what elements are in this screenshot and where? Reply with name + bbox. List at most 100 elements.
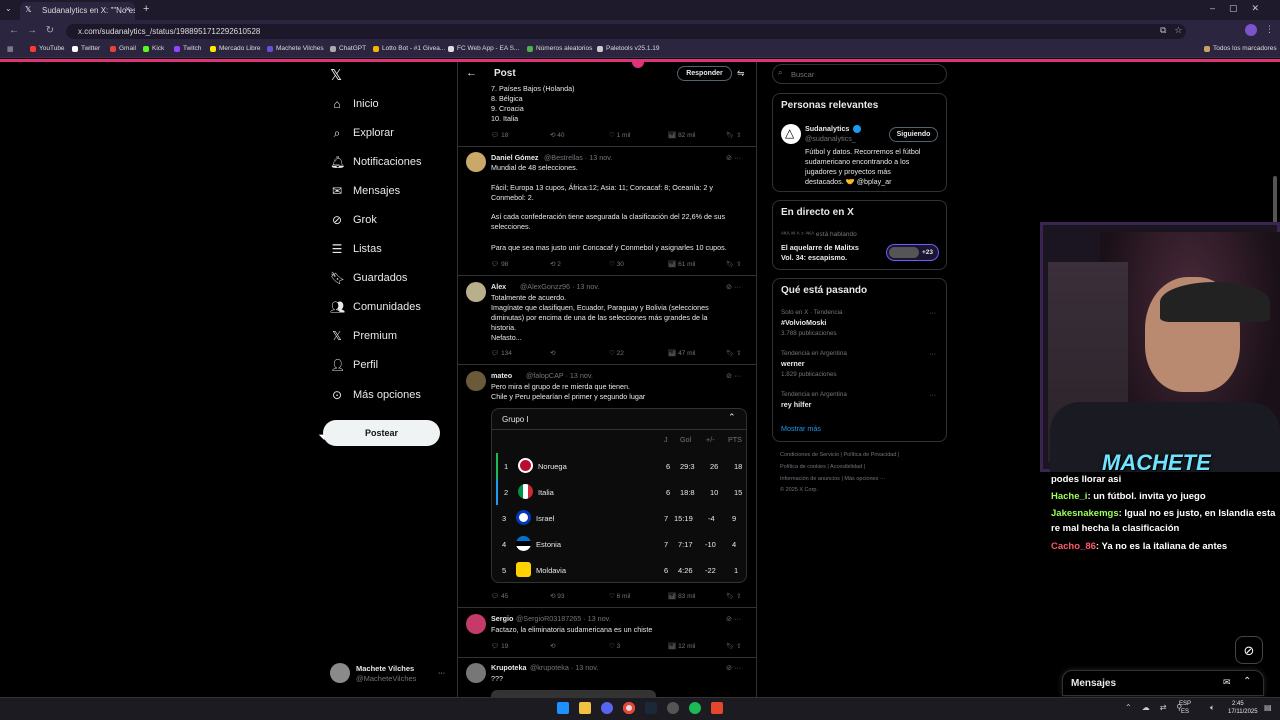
volume-icon[interactable]: 🔈︎ (1210, 703, 1215, 713)
file-explorer-icon[interactable] (579, 702, 591, 714)
bookmark-share-icons[interactable]: 🔖︎ ⇧ (726, 642, 742, 650)
avatar[interactable] (466, 614, 486, 634)
bookmark-share-icons[interactable]: 🔖︎ ⇧ (726, 260, 742, 268)
back-icon[interactable]: ← (8, 25, 20, 37)
discord-icon[interactable] (601, 702, 613, 714)
reply-count[interactable]: 💬︎ 18 (491, 131, 508, 139)
trend-menu-icon[interactable]: ··· (929, 390, 936, 400)
close-tab-icon[interactable]: × (125, 4, 130, 14)
live-title[interactable]: Vol. 34: escapismo. (781, 253, 847, 263)
repost-count[interactable]: ⟲ 2 (550, 260, 561, 268)
bookmark-fc-web-app[interactable]: FC Web App - EA S... (448, 45, 519, 52)
views-count[interactable]: 📊︎ 61 mil (668, 260, 695, 268)
repost-count[interactable]: ⟲ 93 (550, 592, 565, 600)
bookmark-mercado-libre[interactable]: Mercado Libre (210, 45, 261, 52)
bookmark-chatgpt[interactable]: ChatGPT (330, 45, 366, 52)
like-count[interactable]: ♡ 3 (609, 642, 620, 650)
bookmark-share-icons[interactable]: 🔖︎ ⇧ (726, 131, 742, 139)
back-arrow-icon[interactable]: ← (466, 67, 477, 79)
profile-avatar[interactable] (1245, 24, 1257, 36)
reply-menu-icon[interactable]: ⊘ ··· (726, 153, 741, 163)
group-row[interactable]: 4 Estonia 7 7:17 -10 4 (496, 531, 742, 557)
obs-icon[interactable] (667, 702, 679, 714)
reply-count[interactable]: 💬︎ 134 (491, 349, 512, 357)
avatar[interactable] (466, 663, 486, 683)
show-more-link[interactable]: Mostrar más (781, 424, 821, 434)
browser-toolbar-icons[interactable]: ⧉☆ (1160, 25, 1191, 36)
live-listeners-badge[interactable]: +23 (886, 244, 939, 261)
trend-menu-icon[interactable]: ··· (929, 308, 936, 318)
reply-author[interactable]: Alex (491, 282, 506, 292)
menu-icon[interactable]: ⋮ (1265, 24, 1274, 35)
settings-icon[interactable]: ⇋ (737, 68, 745, 79)
reply-author[interactable]: Daniel Gómez (491, 153, 539, 163)
window-controls[interactable]: –▢✕ (1210, 3, 1273, 14)
bookmark-share-icons[interactable]: 🔖︎ ⇧ (726, 592, 742, 600)
footer-links[interactable]: Condiciones de Servicio | Política de Pr… (780, 451, 899, 461)
reply-count[interactable]: 💬︎ 45 (491, 592, 508, 600)
tab-list-icon[interactable]: ⌄ (5, 4, 12, 13)
reply-count[interactable]: 💬︎ 98 (491, 260, 508, 268)
avatar[interactable] (466, 371, 486, 391)
bookmark-youtube[interactable]: YouTube (30, 45, 65, 52)
reply-menu-icon[interactable]: ⊘ ··· (726, 614, 741, 624)
collapse-chevron-icon[interactable]: ⌃ (728, 412, 736, 423)
bookmark-twitch[interactable]: Twitch (174, 45, 201, 52)
repost-count[interactable]: ⟲ (550, 642, 555, 650)
search-input[interactable]: Buscar (772, 64, 947, 84)
like-count[interactable]: ♡ 6 mil (609, 592, 630, 600)
reply-count[interactable]: 💬︎ 19 (491, 642, 508, 650)
messages-dock[interactable]: Mensajes ✉ ⌃ (1062, 670, 1264, 696)
reply-menu-icon[interactable]: ⊘ ··· (726, 663, 741, 673)
reply-author[interactable]: mateo (491, 371, 512, 381)
reply-menu-icon[interactable]: ⊘ ··· (726, 282, 741, 292)
following-button[interactable]: Siguiendo (889, 127, 938, 142)
footer-links[interactable]: Política de cookies | Accesibilidad | (780, 463, 865, 473)
reply-author[interactable]: Sergio (491, 614, 513, 624)
views-count[interactable]: 📊︎ 82 mil (668, 131, 695, 139)
bookmark-all[interactable]: Todos los marcadores (1204, 45, 1277, 52)
url-field[interactable]: x.com/sudanalytics_/status/1988951712292… (66, 24, 1186, 39)
bookmark-machete[interactable]: Machete Vilches (267, 45, 324, 52)
reply-author[interactable]: Krupoteka (491, 663, 527, 673)
views-count[interactable]: 📊︎ 12 mil (668, 642, 695, 650)
avatar[interactable] (466, 282, 486, 302)
trend-name[interactable]: werner (781, 359, 805, 369)
bookmark-share-icons[interactable]: 🔖︎ ⇧ (726, 349, 742, 357)
windows-start-icon[interactable] (557, 702, 569, 714)
expand-chevron-icon[interactable]: ⌃ (1243, 676, 1251, 687)
bookmark-numeros[interactable]: Números aleatorios (527, 45, 592, 52)
notification-icon[interactable]: ▤ (1264, 703, 1272, 712)
bookmark-kick[interactable]: Kick (143, 45, 164, 52)
like-count[interactable]: ♡ 22 (609, 349, 624, 357)
trend-name[interactable]: rey hilfer (781, 400, 811, 410)
bookmark-gmail[interactable]: Gmail (110, 45, 136, 52)
live-title[interactable]: El aquelarre de Malitxs (781, 243, 859, 253)
trend-name[interactable]: #VolvioMoski (781, 318, 826, 328)
grok-button-icon[interactable]: ⊘ (1235, 636, 1263, 664)
app-icon[interactable] (711, 702, 723, 714)
bookmark-paletools[interactable]: Paletools v25.1.19 (597, 45, 659, 52)
spotify-icon[interactable] (689, 702, 701, 714)
bookmark-lotto[interactable]: Lotto Bot - #1 Givea... (373, 45, 445, 52)
group-row[interactable]: 3 Israel 7 15:19 -4 9 (496, 505, 742, 531)
x-home-logo-icon[interactable]: 𝕏 (330, 66, 342, 84)
group-row[interactable]: 2 Italia 6 18:8 10 15 (496, 479, 742, 505)
footer-links[interactable]: Información de anuncios | Más opciones ·… (780, 475, 885, 485)
postear-button[interactable]: Postear (323, 420, 440, 446)
repost-count[interactable]: ⟲ (550, 349, 555, 357)
chrome-icon[interactable] (623, 702, 635, 714)
repost-count[interactable]: ⟲ 40 (550, 131, 565, 139)
steam-icon[interactable] (645, 702, 657, 714)
compose-message-icon[interactable]: ✉ (1223, 677, 1231, 688)
responder-button[interactable]: Responder (677, 66, 732, 81)
views-count[interactable]: 📊︎ 83 mil (668, 592, 695, 600)
views-count[interactable]: 📊︎ 47 mil (668, 349, 695, 357)
user-avatar[interactable] (330, 663, 350, 683)
avatar[interactable] (466, 152, 486, 172)
relevant-name[interactable]: Sudanalytics (805, 124, 849, 134)
trend-menu-icon[interactable]: ··· (929, 349, 936, 359)
apps-icon[interactable]: ▦ (7, 45, 14, 53)
account-more-icon[interactable]: ··· (438, 668, 445, 678)
bookmark-twitter[interactable]: Twitter (72, 45, 100, 52)
